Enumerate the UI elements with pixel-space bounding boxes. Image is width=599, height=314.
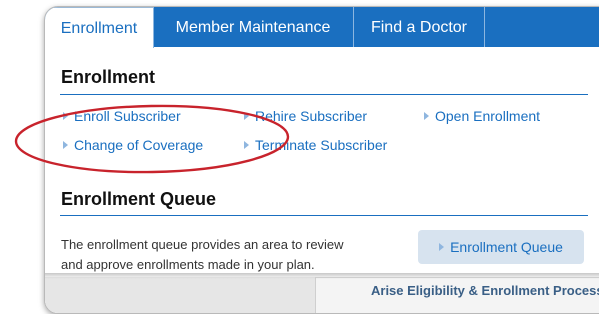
enrollment-queue-heading: Enrollment Queue <box>61 189 217 209</box>
tab-find-a-doctor[interactable]: Find a Doctor <box>354 7 485 47</box>
terminate-subscriber-link[interactable]: Terminate Subscriber <box>244 137 387 153</box>
queue-description: The enrollment queue provides an area to… <box>61 237 344 272</box>
arrow-right-icon <box>63 112 68 120</box>
arrow-right-icon <box>439 243 445 251</box>
tab-enrollment[interactable]: Enrollment <box>45 7 154 48</box>
tab-bar: Enrollment Member Maintenance Find a Doc… <box>45 7 599 48</box>
enrollment-panel: Enrollment Member Maintenance Find a Doc… <box>44 6 599 314</box>
background-link-text: Arise Eligibility & Enrollment Process <box>371 283 599 298</box>
enroll-subscriber-link[interactable]: Enroll Subscriber <box>63 108 181 124</box>
divider <box>60 215 588 216</box>
arrow-right-icon <box>244 112 249 120</box>
open-enrollment-link[interactable]: Open Enrollment <box>424 108 540 124</box>
enrollment-queue-button[interactable]: Enrollment Queue <box>418 230 584 264</box>
change-of-coverage-link[interactable]: Change of Coverage <box>63 137 203 153</box>
arrow-right-icon <box>244 141 249 149</box>
shadow <box>45 273 599 279</box>
background-sidebar <box>45 277 316 313</box>
enrollment-heading: Enrollment <box>61 67 156 87</box>
arrow-right-icon <box>63 141 68 149</box>
divider <box>60 94 588 95</box>
tab-member-maintenance[interactable]: Member Maintenance <box>153 7 354 47</box>
arrow-right-icon <box>424 112 429 120</box>
rehire-subscriber-link[interactable]: Rehire Subscriber <box>244 108 367 124</box>
